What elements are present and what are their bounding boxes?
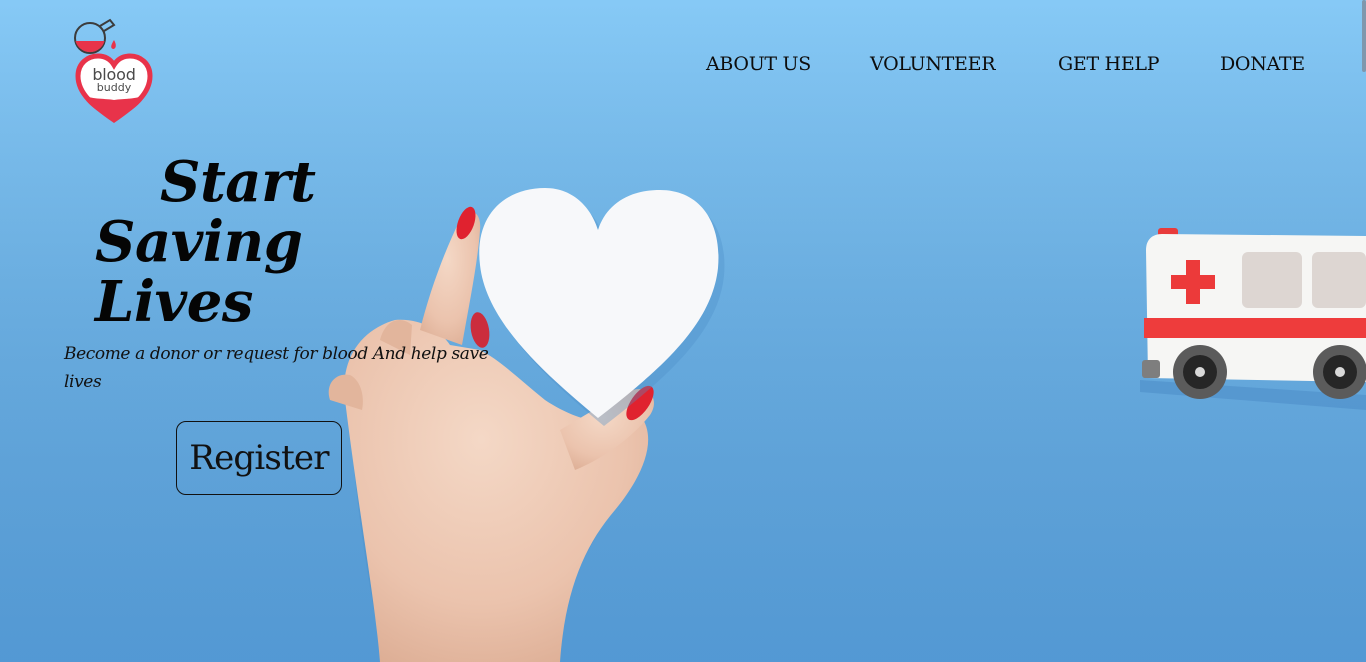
hero-headline-line3: Lives — [95, 269, 253, 335]
main-nav: ABOUT US VOLUNTEER GET HELP DONATE — [0, 53, 1366, 81]
nav-link-donate[interactable]: DONATE — [1220, 53, 1305, 75]
register-button[interactable]: Register — [176, 421, 342, 495]
nav-link-about-us[interactable]: ABOUT US — [706, 53, 811, 75]
hero-headline-line2: Saving — [95, 209, 303, 275]
hero-subtitle: Become a donor or request for blood And … — [64, 344, 489, 392]
nav-link-volunteer[interactable]: VOLUNTEER — [870, 53, 996, 75]
flask-icon — [74, 18, 116, 54]
logo-wordmark-line2: buddy — [96, 81, 132, 94]
hero-headline-line1: Start — [160, 149, 316, 215]
blood-drop-icon — [111, 40, 116, 49]
nav-link-get-help[interactable]: GET HELP — [1058, 53, 1160, 75]
